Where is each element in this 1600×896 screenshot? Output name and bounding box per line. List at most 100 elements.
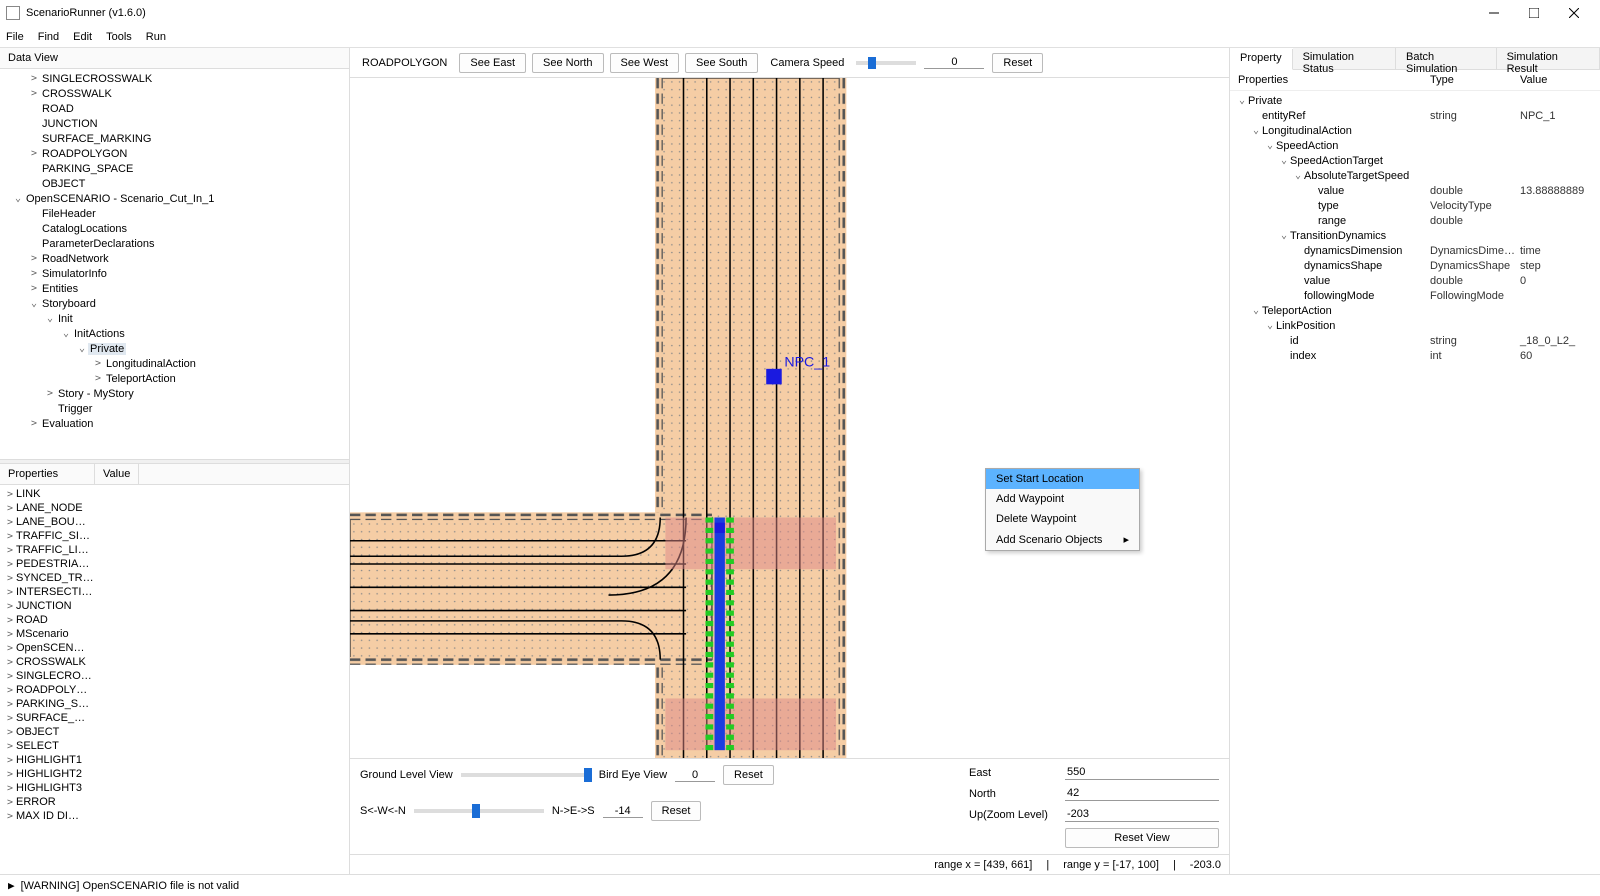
prop-item[interactable]: PARKING_S… (4, 697, 345, 711)
tab-batch-simulation[interactable]: Batch Simulation (1396, 48, 1497, 69)
expand-icon[interactable] (28, 253, 40, 264)
expand-icon[interactable] (60, 328, 72, 339)
tree-item[interactable]: InitActions (4, 326, 345, 341)
rprop-row[interactable]: followingModeFollowingMode (1230, 288, 1600, 303)
expand-icon[interactable] (28, 88, 40, 99)
expand-icon[interactable] (44, 388, 56, 399)
prop-item[interactable]: SINGLECRO… (4, 669, 345, 683)
expand-icon[interactable] (28, 73, 40, 84)
tree-item[interactable]: CatalogLocations (4, 221, 345, 236)
menu-edit[interactable]: Edit (73, 31, 92, 43)
expand-icon[interactable] (4, 657, 16, 668)
tab-simulation-result[interactable]: Simulation Result (1497, 48, 1600, 69)
rprop-row[interactable]: LinkPosition (1230, 318, 1600, 333)
expand-icon[interactable] (4, 489, 16, 500)
expand-icon[interactable] (4, 685, 16, 696)
see-east-button[interactable]: See East (459, 53, 526, 73)
expand-icon[interactable] (44, 313, 56, 324)
prop-item[interactable]: SURFACE_… (4, 711, 345, 725)
prop-item[interactable]: INTERSECTI… (4, 585, 345, 599)
expand-icon[interactable] (4, 559, 16, 570)
rhdr-value[interactable]: Value (1520, 74, 1600, 86)
tree-item[interactable]: PARKING_SPACE (4, 161, 345, 176)
ctx-add-scenario-objects[interactable]: Add Scenario Objects▸ (986, 529, 1139, 550)
prop-item[interactable]: MAX ID DI… (4, 809, 345, 823)
rprop-row[interactable]: entityRefstringNPC_1 (1230, 108, 1600, 123)
tree-item[interactable]: Storyboard (4, 296, 345, 311)
tree-item[interactable]: Entities (4, 281, 345, 296)
right-props-tree[interactable]: PrivateentityRefstringNPC_1LongitudinalA… (1230, 91, 1600, 874)
tree-item[interactable]: TeleportAction (4, 371, 345, 386)
see-west-button[interactable]: See West (610, 53, 680, 73)
rprop-row[interactable]: typeVelocityType (1230, 198, 1600, 213)
see-north-button[interactable]: See North (532, 53, 604, 73)
prop-item[interactable]: ERROR (4, 795, 345, 809)
expand-icon[interactable] (4, 587, 16, 598)
expand-icon[interactable] (4, 503, 16, 514)
expand-icon[interactable] (4, 671, 16, 682)
rprop-row[interactable]: SpeedAction (1230, 138, 1600, 153)
menu-find[interactable]: Find (38, 31, 59, 43)
expand-icon[interactable] (4, 545, 16, 556)
reset-view-button[interactable]: Reset View (1065, 828, 1219, 848)
tab-property[interactable]: Property (1230, 49, 1293, 70)
expand-icon[interactable] (92, 358, 104, 369)
rprop-row[interactable]: dynamicsShapeDynamicsShapestep (1230, 258, 1600, 273)
expand-icon[interactable] (4, 783, 16, 794)
expand-icon[interactable] (4, 797, 16, 808)
up-input[interactable] (1065, 807, 1219, 822)
tree-item[interactable]: OBJECT (4, 176, 345, 191)
prop-item[interactable]: LANE_BOU… (4, 515, 345, 529)
tree-item[interactable]: FileHeader (4, 206, 345, 221)
prop-item[interactable]: HIGHLIGHT3 (4, 781, 345, 795)
expand-icon[interactable] (1236, 95, 1248, 106)
tree-item[interactable]: Story - MyStory (4, 386, 345, 401)
expand-icon[interactable] (4, 755, 16, 766)
expand-icon[interactable] (1250, 305, 1262, 316)
expand-icon[interactable] (4, 531, 16, 542)
prop-item[interactable]: SELECT (4, 739, 345, 753)
maximize-button[interactable] (1514, 0, 1554, 26)
expand-icon[interactable] (28, 298, 40, 309)
tree-item[interactable]: Evaluation (4, 416, 345, 431)
menu-file[interactable]: File (6, 31, 24, 43)
expand-icon[interactable] (28, 283, 40, 294)
expand-icon[interactable]: ▶ (8, 879, 15, 892)
bird-reset-button[interactable]: Reset (723, 765, 774, 785)
prop-item[interactable]: ROADPOLY… (4, 683, 345, 697)
prop-item[interactable]: HIGHLIGHT1 (4, 753, 345, 767)
prop-item[interactable]: OpenSCEN… (4, 641, 345, 655)
expand-icon[interactable] (12, 193, 24, 204)
expand-icon[interactable] (4, 629, 16, 640)
tree-item[interactable]: LongitudinalAction (4, 356, 345, 371)
rprop-row[interactable]: rangedouble (1230, 213, 1600, 228)
see-south-button[interactable]: See South (685, 53, 758, 73)
expand-icon[interactable] (4, 573, 16, 584)
expand-icon[interactable] (4, 727, 16, 738)
map-viewport[interactable]: NPC_1 Set Start LocationAdd WaypointDele… (350, 78, 1229, 758)
tree-item[interactable]: SINGLECROSSWALK (4, 71, 345, 86)
camera-speed-value[interactable]: 0 (924, 56, 984, 69)
props-col-value[interactable]: Value (95, 464, 139, 484)
expand-icon[interactable] (4, 601, 16, 612)
expand-icon[interactable] (92, 373, 104, 384)
prop-item[interactable]: LANE_NODE (4, 501, 345, 515)
prop-item[interactable]: MScenario (4, 627, 345, 641)
expand-icon[interactable] (1278, 230, 1290, 241)
expand-icon[interactable] (1264, 320, 1276, 331)
props-col-properties[interactable]: Properties (0, 464, 95, 484)
tree-item[interactable]: CROSSWALK (4, 86, 345, 101)
rprop-row[interactable]: indexint60 (1230, 348, 1600, 363)
compass-value[interactable]: -14 (603, 805, 643, 818)
tree-item[interactable]: ROAD (4, 101, 345, 116)
prop-item[interactable]: CROSSWALK (4, 655, 345, 669)
road-map-canvas[interactable]: NPC_1 (350, 78, 1229, 758)
expand-icon[interactable] (28, 268, 40, 279)
tree-item[interactable]: ROADPOLYGON (4, 146, 345, 161)
props-list[interactable]: LINKLANE_NODELANE_BOU…TRAFFIC_SI…TRAFFIC… (0, 485, 349, 874)
expand-icon[interactable] (4, 699, 16, 710)
close-button[interactable] (1554, 0, 1594, 26)
tree-item[interactable]: JUNCTION (4, 116, 345, 131)
tree-item[interactable]: RoadNetwork (4, 251, 345, 266)
expand-icon[interactable] (4, 713, 16, 724)
